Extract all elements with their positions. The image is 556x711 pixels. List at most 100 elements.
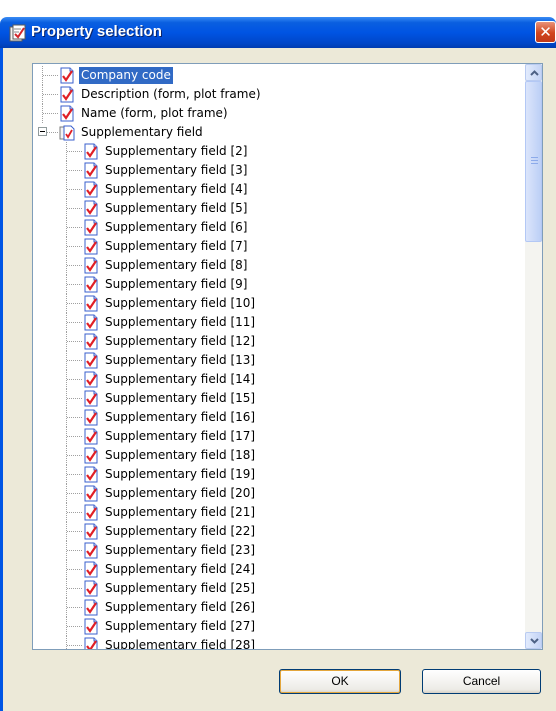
- chevron-down-icon: [530, 638, 539, 644]
- checked-document-icon: [83, 200, 99, 217]
- tree-guide-line: [67, 626, 82, 627]
- checked-document-icon: [83, 143, 99, 160]
- chevron-up-icon: [530, 70, 539, 76]
- checked-document-icon: [83, 428, 99, 445]
- checked-document-icon: [83, 276, 99, 293]
- tree-item-label: Supplementary field [15]: [105, 391, 256, 405]
- tree-child-item[interactable]: Supplementary field [18]: [33, 446, 523, 465]
- tree-item-label: Supplementary field [20]: [105, 486, 256, 500]
- property-tree[interactable]: Company code Description (form, plot fram…: [32, 63, 543, 650]
- tree-child-item[interactable]: Supplementary field [2]: [33, 142, 523, 161]
- title-bar[interactable]: Property selection ✕: [0, 17, 556, 48]
- property-selection-dialog: Property selection ✕ Company code Descrip…: [0, 0, 556, 711]
- tree-guide-line: [67, 341, 82, 342]
- tree-child-item[interactable]: Supplementary field [16]: [33, 408, 523, 427]
- tree-child-item[interactable]: Supplementary field [4]: [33, 180, 523, 199]
- tree-guide-line: [67, 607, 82, 608]
- tree-child-item[interactable]: Supplementary field [15]: [33, 389, 523, 408]
- dialog-title: Property selection: [31, 23, 162, 40]
- checked-document-icon: [83, 238, 99, 255]
- tree-item-label: Supplementary field [24]: [105, 562, 256, 576]
- tree-guide-line: [67, 227, 82, 228]
- tree-guide-line: [67, 303, 82, 304]
- tree-item[interactable]: Supplementary field: [33, 123, 523, 142]
- tree-child-item[interactable]: Supplementary field [22]: [33, 522, 523, 541]
- checked-document-icon: [83, 371, 99, 388]
- tree-item-label: Supplementary field [21]: [105, 505, 256, 519]
- document-group-icon: [59, 124, 75, 141]
- tree-child-item[interactable]: Supplementary field [24]: [33, 560, 523, 579]
- tree-item-label: Supplementary field [27]: [105, 619, 256, 633]
- tree-item-label: Supplementary field [2]: [105, 144, 248, 158]
- checked-document-icon: [83, 504, 99, 521]
- tree-guide-line: [43, 113, 58, 114]
- checked-document-icon: [59, 67, 75, 84]
- checked-document-icon: [83, 295, 99, 312]
- tree-child-item[interactable]: Supplementary field [3]: [33, 161, 523, 180]
- tree-item-label: Supplementary field [14]: [105, 372, 256, 386]
- tree-item-label: Supplementary field [4]: [105, 182, 248, 196]
- tree-item[interactable]: Name (form, plot frame): [33, 104, 523, 123]
- thumb-grip: [531, 163, 538, 164]
- checked-document-icon: [83, 580, 99, 597]
- tree-child-item[interactable]: Supplementary field [10]: [33, 294, 523, 313]
- tree-guide-line: [67, 569, 82, 570]
- tree-child-item[interactable]: Supplementary field [20]: [33, 484, 523, 503]
- tree-child-item[interactable]: Supplementary field [11]: [33, 313, 523, 332]
- tree-guide-line: [67, 360, 82, 361]
- ok-button[interactable]: OK: [279, 669, 401, 694]
- tree-item[interactable]: Company code: [33, 66, 523, 85]
- tree-guide-line: [66, 636, 67, 649]
- tree-guide-line: [67, 531, 82, 532]
- tree-child-item[interactable]: Supplementary field [7]: [33, 237, 523, 256]
- checked-document-icon: [83, 314, 99, 331]
- tree-child-item[interactable]: Supplementary field [21]: [33, 503, 523, 522]
- tree-guide-line: [67, 151, 82, 152]
- tree-item-label: Supplementary field: [81, 125, 203, 139]
- tree-guide-line: [47, 132, 58, 133]
- tree-item-label: Supplementary field [25]: [105, 581, 256, 595]
- tree-guide-line: [67, 322, 82, 323]
- scroll-down-button[interactable]: [525, 632, 542, 649]
- thumb-grip: [531, 157, 538, 158]
- vertical-scrollbar[interactable]: [525, 64, 542, 649]
- checked-document-icon: [59, 105, 75, 122]
- collapse-toggle-icon[interactable]: [38, 127, 47, 136]
- tree-item-label: Supplementary field [9]: [105, 277, 248, 291]
- tree-child-item[interactable]: Supplementary field [6]: [33, 218, 523, 237]
- tree-child-item[interactable]: Supplementary field [12]: [33, 332, 523, 351]
- tree-item-label: Supplementary field [3]: [105, 163, 248, 177]
- tree-child-item[interactable]: Supplementary field [8]: [33, 256, 523, 275]
- tree-child-item[interactable]: Supplementary field [19]: [33, 465, 523, 484]
- scroll-up-button[interactable]: [525, 64, 542, 81]
- cancel-button[interactable]: Cancel: [422, 669, 541, 694]
- tree-child-item[interactable]: Supplementary field [17]: [33, 427, 523, 446]
- tree-item-label: Supplementary field [10]: [105, 296, 256, 310]
- tree-child-item[interactable]: Supplementary field [14]: [33, 370, 523, 389]
- tree-child-item[interactable]: Supplementary field [26]: [33, 598, 523, 617]
- tree-item-label: Company code: [79, 67, 173, 84]
- checked-document-icon: [83, 333, 99, 350]
- tree-item[interactable]: Description (form, plot frame): [33, 85, 523, 104]
- close-button[interactable]: ✕: [535, 21, 556, 43]
- tree-guide-line: [67, 588, 82, 589]
- tree-child-item[interactable]: Supplementary field [28]: [33, 636, 523, 649]
- tree-guide-line: [67, 284, 82, 285]
- tree-item-label: Supplementary field [7]: [105, 239, 248, 253]
- tree-item-label: Supplementary field [22]: [105, 524, 256, 538]
- tree-child-item[interactable]: Supplementary field [5]: [33, 199, 523, 218]
- tree-child-item[interactable]: Supplementary field [13]: [33, 351, 523, 370]
- checked-document-icon: [83, 485, 99, 502]
- tree-child-item[interactable]: Supplementary field [23]: [33, 541, 523, 560]
- checked-document-icon: [83, 162, 99, 179]
- tree-item-label: Description (form, plot frame): [81, 87, 261, 101]
- checked-document-icon: [83, 352, 99, 369]
- checked-document-icon: [83, 523, 99, 540]
- tree-item-label: Supplementary field [8]: [105, 258, 248, 272]
- scroll-thumb[interactable]: [525, 81, 542, 242]
- tree-child-item[interactable]: Supplementary field [25]: [33, 579, 523, 598]
- tree-child-item[interactable]: Supplementary field [27]: [33, 617, 523, 636]
- checked-document-icon: [83, 466, 99, 483]
- checked-document-icon: [83, 390, 99, 407]
- tree-child-item[interactable]: Supplementary field [9]: [33, 275, 523, 294]
